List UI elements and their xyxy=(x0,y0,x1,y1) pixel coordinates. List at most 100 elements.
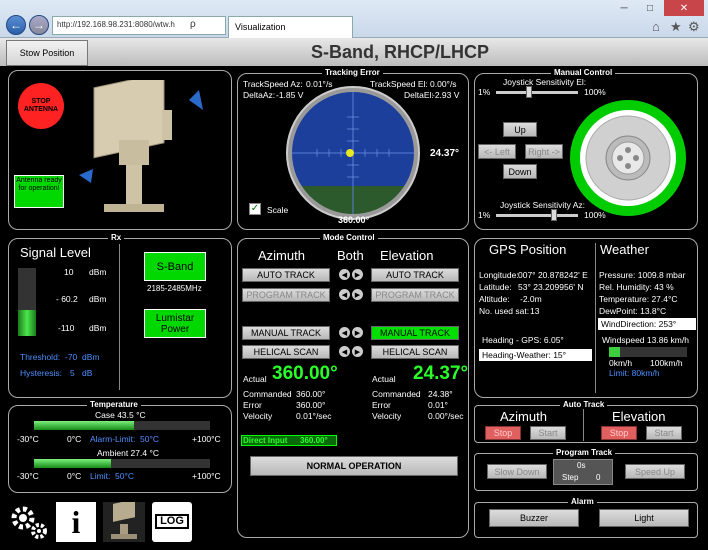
limit-label: Limit: xyxy=(90,471,111,481)
search-icon[interactable]: ρ xyxy=(190,19,196,30)
back-icon[interactable]: ← xyxy=(6,15,26,35)
light-button[interactable]: Light xyxy=(599,509,689,527)
az-commanded-label: Commanded xyxy=(243,389,292,399)
el-manual-track-button[interactable]: MANUAL TRACK xyxy=(371,326,459,340)
buzzer-button[interactable]: Buzzer xyxy=(489,509,579,527)
gps-sats-label: No. used sat: xyxy=(479,306,530,316)
windspeed-bar xyxy=(609,347,687,357)
signal-level-fill xyxy=(18,310,36,336)
both-auto-right-icon[interactable]: ▶ xyxy=(352,269,363,280)
both-helical-left-icon[interactable]: ◀ xyxy=(339,346,350,357)
az-auto-start-button[interactable]: Start xyxy=(530,426,566,440)
sens-az-slider[interactable] xyxy=(496,214,578,217)
auto-track-divider xyxy=(583,409,584,441)
both-manual-left-icon[interactable]: ◀ xyxy=(339,327,350,338)
el-program-track-button[interactable]: PROGRAM TRACK xyxy=(371,288,459,302)
el-velocity-label: Velocity xyxy=(372,411,402,421)
el-auto-stop-button[interactable]: Stop xyxy=(601,426,637,440)
left-button[interactable]: <- Left xyxy=(478,144,516,159)
stop-antenna-button[interactable]: STOP ANTENNA xyxy=(18,83,64,129)
rx-divider xyxy=(119,244,120,390)
minimize-icon[interactable]: ─ xyxy=(612,0,636,16)
settings-gear-icon[interactable]: ⚙ xyxy=(688,19,700,35)
wind-direction-field[interactable]: WindDirection: 253° xyxy=(598,318,696,330)
info-icon[interactable]: i xyxy=(56,502,96,542)
s-band-button[interactable]: S-Band xyxy=(144,252,206,281)
speed-up-button[interactable]: Speed Up xyxy=(625,464,685,479)
wind-min: 0km/h xyxy=(609,358,633,368)
both-program-right-icon[interactable]: ▶ xyxy=(352,289,363,300)
alarm-limit-label: Alarm-Limit: xyxy=(90,434,136,444)
signal-level-title: Signal Level xyxy=(20,245,91,260)
lumistar-power-button[interactable]: Lumistar Power xyxy=(144,309,206,338)
sens-el-label: Joystick Sensitivity El: xyxy=(503,77,587,87)
tab-title: Visualization xyxy=(235,22,286,32)
el-auto-track-button[interactable]: AUTO TRACK xyxy=(371,268,459,282)
sens-el-slider[interactable] xyxy=(496,91,578,94)
auto-track-azimuth-title: Azimuth xyxy=(500,409,547,424)
both-program-left-icon[interactable]: ◀ xyxy=(339,289,350,300)
threshold-unit: dBm xyxy=(82,352,100,362)
hysteresis-label: Hysteresis: xyxy=(20,368,63,378)
mode-control-panel xyxy=(237,238,469,538)
both-manual-right-icon[interactable]: ▶ xyxy=(352,327,363,338)
sens-az-slider-thumb[interactable] xyxy=(550,209,557,221)
heading-weather-field[interactable]: Heading-Weather: 15° xyxy=(479,349,592,361)
program-step-label: Step xyxy=(562,473,579,482)
weather-pressure: Pressure: 1009.8 mbar xyxy=(599,270,686,280)
home-icon[interactable]: ⌂ xyxy=(652,19,660,34)
right-button[interactable]: Right -> xyxy=(525,144,563,159)
joystick-icon[interactable] xyxy=(567,97,689,219)
signal-scale-mid: - 60.2 xyxy=(56,294,78,304)
delta-az-label: DeltaAz: xyxy=(243,90,276,100)
gps-sats-value: 13 xyxy=(530,306,540,316)
slow-down-button[interactable]: Slow Down xyxy=(487,464,547,479)
case-temp-max: +100°C xyxy=(192,434,221,444)
gps-title: GPS Position xyxy=(489,242,567,257)
page-title: S-Band, RHCP/LHCP xyxy=(310,42,489,62)
mode-both-title: Both xyxy=(337,248,364,263)
az-reading: 360.00° xyxy=(338,215,370,225)
program-track-label: Program Track xyxy=(553,448,616,457)
settings-gears-icon[interactable] xyxy=(8,502,50,542)
normal-operation-button[interactable]: NORMAL OPERATION xyxy=(250,456,458,476)
hysteresis-value: 5 xyxy=(70,368,75,378)
stow-position-button[interactable]: Stow Position xyxy=(6,40,88,66)
el-error-label: Error xyxy=(372,400,391,410)
az-auto-stop-button[interactable]: Stop xyxy=(485,426,521,440)
antenna-view-icon[interactable] xyxy=(103,502,145,542)
wind-max: 100km/h xyxy=(650,358,683,368)
both-helical-right-icon[interactable]: ▶ xyxy=(352,346,363,357)
close-window-icon[interactable]: ✕ xyxy=(664,0,704,16)
az-manual-track-button[interactable]: MANUAL TRACK xyxy=(242,326,330,340)
both-auto-left-icon[interactable]: ◀ xyxy=(339,269,350,280)
up-button[interactable]: Up xyxy=(503,122,537,137)
browser-tab[interactable]: Visualization xyxy=(228,16,353,38)
down-button[interactable]: Down xyxy=(503,164,537,179)
el-helical-scan-button[interactable]: HELICAL SCAN xyxy=(371,345,459,359)
signal-scale-top: 10 xyxy=(64,267,74,277)
program-time-value: 0s xyxy=(577,461,586,470)
hysteresis-unit: dB xyxy=(82,368,93,378)
gps-lat-label: Latitude: xyxy=(479,282,512,292)
maximize-icon[interactable]: □ xyxy=(638,0,662,16)
az-velocity-value: 0.01°/sec xyxy=(296,411,332,421)
sens-el-min: 1% xyxy=(478,87,491,97)
address-bar[interactable]: http://192.168.98.231:8080/wtw.h xyxy=(52,16,226,35)
scale-checkbox[interactable]: ✓ xyxy=(249,203,261,215)
favorites-icon[interactable]: ★ xyxy=(670,19,682,35)
gps-lat-value: 53° 23.209956' N xyxy=(518,282,584,292)
ambient-temp-label: Ambient 27.4 °C xyxy=(97,448,159,458)
log-icon[interactable]: LOG xyxy=(152,502,192,542)
alarm-limit-value: 50°C xyxy=(140,434,159,444)
tracking-error-label: Tracking Error xyxy=(322,68,383,77)
sens-el-slider-thumb[interactable] xyxy=(526,86,533,98)
az-program-track-button[interactable]: PROGRAM TRACK xyxy=(242,288,330,302)
manual-control-label: Manual Control xyxy=(551,68,616,77)
az-error-value: 360.00° xyxy=(296,400,326,410)
el-auto-start-button[interactable]: Start xyxy=(646,426,682,440)
sens-el-max: 100% xyxy=(584,87,606,97)
forward-icon[interactable]: → xyxy=(29,15,49,35)
az-auto-track-button[interactable]: AUTO TRACK xyxy=(242,268,330,282)
az-helical-scan-button[interactable]: HELICAL SCAN xyxy=(242,345,330,359)
